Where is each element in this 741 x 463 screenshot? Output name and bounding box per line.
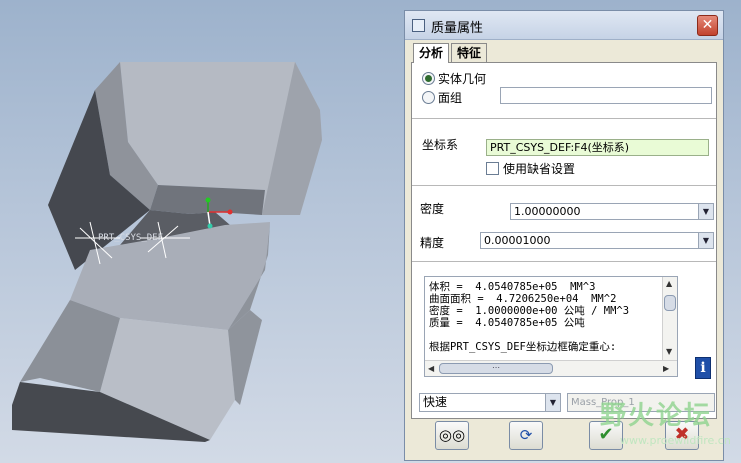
close-button[interactable]: ✕	[697, 15, 718, 36]
part-model: PRT_CSYS_DEF	[12, 62, 322, 442]
dialog-title: 质量属性	[431, 21, 484, 36]
accuracy-field[interactable]: 0.00001000 ▼	[480, 232, 714, 249]
coordinate-system-label: 坐标系	[422, 138, 459, 152]
quilt-radio[interactable]	[422, 91, 435, 104]
density-value: 1.00000000	[514, 205, 581, 218]
use-default-checkbox[interactable]	[486, 162, 499, 175]
watermark-url: www.proewildfire.cn	[620, 434, 731, 447]
calculation-mode-value: 快速	[423, 395, 448, 409]
separator	[412, 261, 716, 262]
watermark-title: 野火论坛	[600, 401, 713, 431]
title-bar[interactable]: 质量属性 ✕	[405, 11, 723, 40]
csys-label: PRT_CSYS_DEF	[98, 233, 163, 243]
tab-analysis[interactable]: 分析	[413, 43, 450, 63]
chevron-down-icon[interactable]: ▼	[545, 394, 560, 411]
results-text-area[interactable]: 体积 = 4.0540785e+05 MM^3 曲面面积 = 4.7206250…	[424, 276, 678, 377]
glasses-icon: ◎◎	[438, 426, 466, 444]
accuracy-label: 精度	[420, 236, 445, 250]
chevron-down-icon[interactable]: ▼	[698, 233, 713, 248]
info-icon[interactable]: i	[695, 357, 711, 379]
repeat-icon: ⟳	[519, 426, 533, 444]
result-center-of-gravity: 根据PRT_CSYS_DEF坐标边框确定重心:	[429, 341, 617, 353]
scroll-left-icon[interactable]: ◀	[428, 364, 434, 373]
coordinate-system-field[interactable]: PRT_CSYS_DEF:F4(坐标系)	[486, 139, 709, 156]
result-mass: 质量 = 4.0540785e+05 公吨	[429, 317, 585, 329]
calculation-mode-select[interactable]: 快速 ▼	[419, 393, 561, 412]
mass-properties-dialog: 质量属性 ✕ 分析 特征 实体几何 面组 坐标系 PRT_CSYS_DEF:F4…	[404, 10, 724, 461]
vertical-scrollbar[interactable]: ▲ ▼	[662, 277, 677, 361]
close-icon: ✕	[701, 17, 714, 33]
scroll-thumb[interactable]	[664, 295, 676, 311]
analysis-panel: 实体几何 面组 坐标系 PRT_CSYS_DEF:F4(坐标系) 使用缺省设置 …	[411, 62, 717, 419]
use-default-label: 使用缺省设置	[503, 162, 576, 176]
chevron-down-icon[interactable]: ▼	[698, 204, 713, 219]
quilt-selector[interactable]	[500, 87, 712, 104]
solid-geometry-label: 实体几何	[438, 72, 487, 86]
model-viewport[interactable]: PRT_CSYS_DEF	[0, 0, 400, 463]
separator	[412, 185, 716, 186]
horizontal-scrollbar[interactable]: ◀ ⋯ ▶	[425, 360, 677, 376]
separator	[412, 118, 716, 119]
accuracy-value: 0.00001000	[484, 234, 551, 247]
tab-feature[interactable]: 特征	[451, 43, 488, 62]
scroll-thumb[interactable]: ⋯	[439, 363, 553, 374]
scroll-right-icon[interactable]: ▶	[663, 364, 669, 373]
density-label: 密度	[420, 202, 445, 216]
repeat-button[interactable]: ⟳	[509, 421, 543, 450]
glasses-button[interactable]: ◎◎	[435, 421, 469, 450]
scroll-down-icon[interactable]: ▼	[666, 347, 672, 356]
scroll-up-icon[interactable]: ▲	[666, 279, 672, 288]
quilt-label: 面组	[438, 91, 463, 105]
solid-geometry-radio[interactable]	[422, 72, 435, 85]
window-icon	[412, 19, 425, 32]
density-field[interactable]: 1.00000000 ▼	[510, 203, 714, 220]
